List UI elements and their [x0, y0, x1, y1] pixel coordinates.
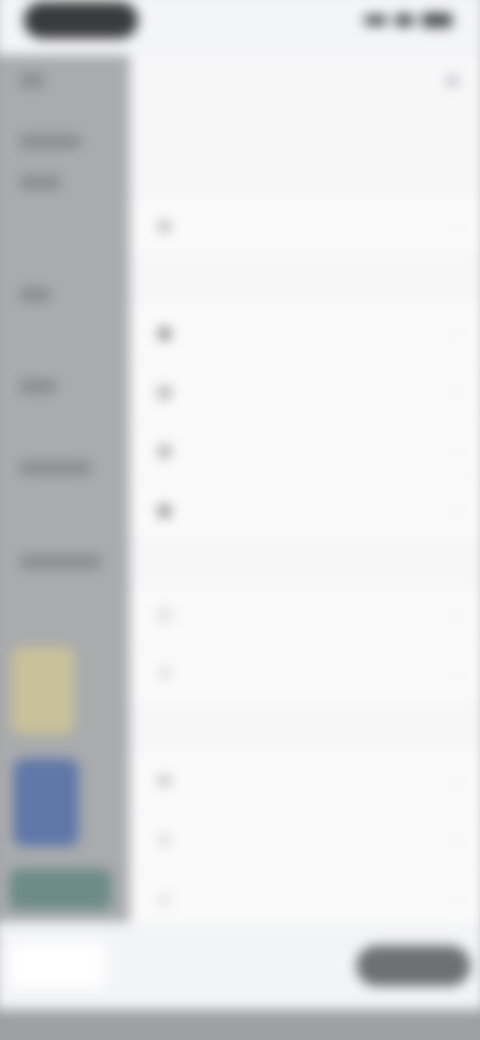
info-icon: ⓘ [156, 607, 173, 625]
drawer-row[interactable]: ⇪ › [129, 811, 480, 871]
drawer-sections: ⚙ › ▣ › ▤ › ▥ › ▦ › ⓘ ›? › ✉ › ⇪ › ☆ › [129, 151, 480, 931]
section-label [130, 540, 480, 587]
drawer-row[interactable]: ✉ › [129, 752, 480, 812]
file-icon: ▤ [157, 382, 172, 401]
folder-icon: ▦ [157, 501, 172, 519]
chevron-right-icon: › [452, 382, 459, 401]
drawer-row[interactable]: ▥ › [129, 422, 480, 482]
drawer-row[interactable]: ▤ › [129, 362, 480, 423]
image-icon: ▣ [157, 323, 172, 341]
status-bar [0, 0, 480, 55]
chevron-right-icon: › [452, 323, 459, 341]
signal-icon [364, 15, 387, 26]
chevron-right-icon: › [452, 772, 459, 790]
section-label [130, 706, 480, 753]
chevron-right-icon: › [452, 607, 459, 625]
chevron-right-icon: › [452, 217, 459, 235]
background-row [19, 379, 57, 394]
bottom-bar [0, 1009, 480, 1040]
drawer-row[interactable]: ? › [129, 646, 480, 706]
star-icon: ☆ [157, 890, 172, 909]
chevron-right-icon: › [452, 666, 459, 684]
gear-icon: ⚙ [157, 217, 172, 235]
drawer-subtitle [130, 108, 480, 151]
battery-icon [421, 13, 453, 28]
section-label [130, 151, 480, 198]
background-card [13, 758, 79, 847]
status-pill [23, 1, 139, 39]
chevron-right-icon: › [452, 831, 459, 849]
document-icon: ▥ [157, 441, 172, 460]
background-row [19, 460, 92, 476]
wifi-icon [395, 14, 414, 27]
banner-thumbnail [9, 943, 106, 989]
section-label [130, 257, 480, 304]
banner-button[interactable] [356, 945, 471, 987]
background-row [19, 73, 45, 88]
close-icon[interactable]: ✕ [442, 71, 462, 91]
settings-drawer: ✕ ⚙ › ▣ › ▤ › ▥ › ▦ › ⓘ ›? › ✉ › ⇪ › ☆ › [129, 54, 480, 931]
help-icon: ? [160, 666, 169, 684]
bottom-banner [0, 921, 480, 1010]
drawer-row[interactable]: ⓘ › [129, 587, 480, 647]
mail-icon: ✉ [158, 772, 171, 790]
background-row [19, 287, 51, 302]
app-screen: ✕ ⚙ › ▣ › ▤ › ▥ › ▦ › ⓘ ›? › ✉ › ⇪ › ☆ › [0, 0, 480, 1040]
background-row [19, 175, 61, 190]
background-row [19, 554, 102, 569]
background-app [0, 54, 130, 922]
drawer-row[interactable]: ▦ › [129, 481, 480, 541]
drawer-header: ✕ [130, 55, 480, 108]
share-icon: ⇪ [158, 831, 171, 849]
status-icons [354, 10, 453, 30]
drawer-row[interactable]: ⚙ › [129, 197, 480, 257]
background-row [19, 134, 81, 149]
chevron-right-icon: › [452, 890, 459, 909]
drawer-row[interactable]: ▣ › [129, 303, 480, 363]
chevron-right-icon: › [452, 441, 459, 460]
background-card [9, 868, 112, 910]
background-card [11, 646, 75, 735]
chevron-right-icon: › [452, 501, 459, 519]
